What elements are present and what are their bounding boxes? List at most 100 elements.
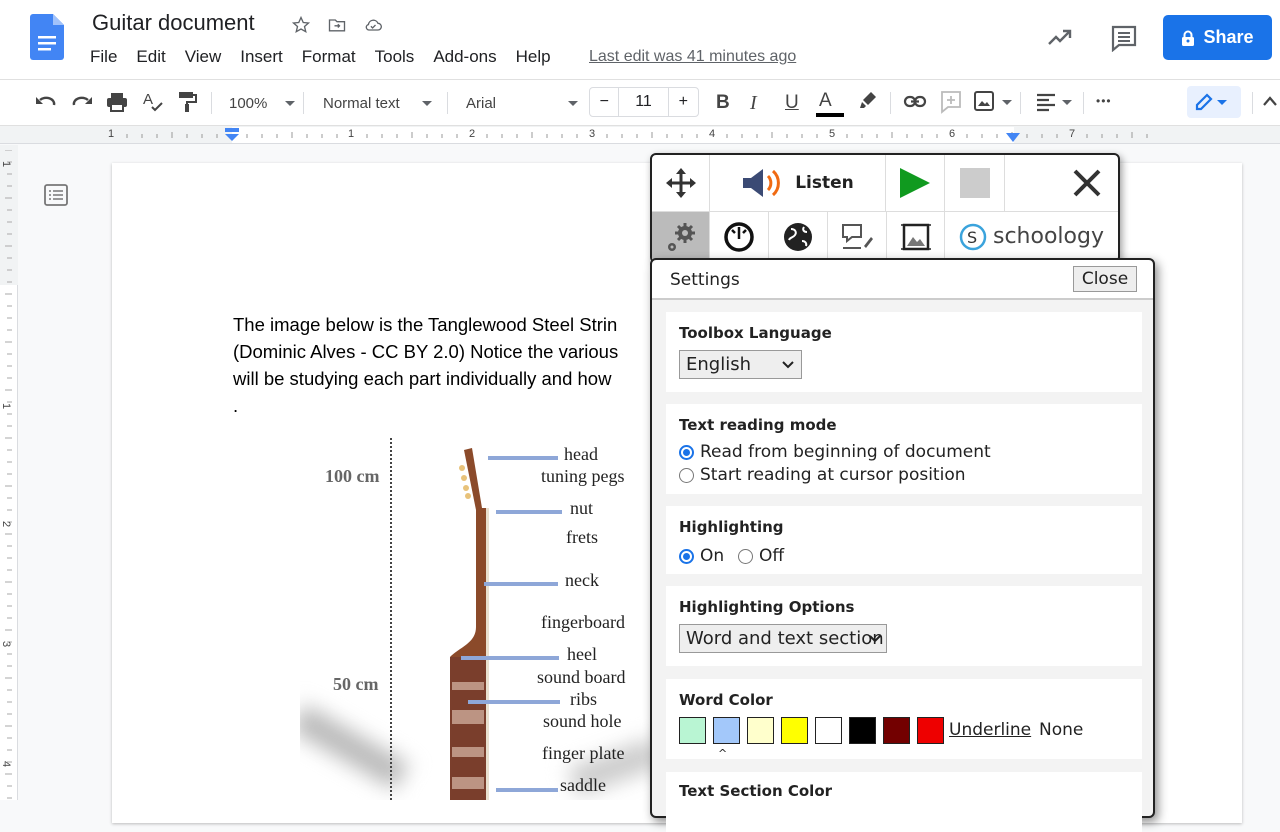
radio-highlighting-on[interactable]: On	[679, 546, 724, 566]
part-label: tuning pegs	[541, 466, 625, 486]
listen-button[interactable]: Listen	[710, 155, 886, 212]
google-docs-logo-icon[interactable]	[30, 14, 64, 60]
toolbox-language-select[interactable]: English	[679, 350, 802, 379]
last-edit-link[interactable]: Last edit was 41 minutes ago	[589, 48, 796, 66]
spellcheck-icon[interactable]: A	[141, 90, 165, 114]
guitar-diagram-image[interactable]: 100 cm 50 cm head tuning pegs nut frets …	[300, 432, 652, 800]
word-color-swatch[interactable]	[781, 717, 808, 744]
text-section-color-section: Text Section Color	[666, 772, 1142, 832]
word-color-swatch[interactable]	[679, 717, 706, 744]
radio-highlighting-off[interactable]: Off	[738, 546, 784, 566]
word-color-swatch[interactable]	[917, 717, 944, 744]
editing-mode-button[interactable]	[1187, 86, 1241, 118]
radio-read-from-beginning[interactable]: Read from beginning of document	[679, 442, 991, 462]
menu-file[interactable]: File	[90, 47, 117, 67]
share-button[interactable]: Share	[1163, 15, 1272, 60]
activity-trend-icon[interactable]	[1046, 24, 1074, 50]
document-outline-icon[interactable]	[44, 184, 68, 206]
increase-font-size-button[interactable]: +	[669, 88, 698, 116]
chevron-down-icon[interactable]	[1062, 100, 1072, 105]
word-color-swatch[interactable]	[747, 717, 774, 744]
close-toolbox-button[interactable]	[1005, 155, 1118, 212]
font-select[interactable]: Arial	[466, 80, 578, 126]
settings-gear-button[interactable]	[652, 212, 710, 262]
redo-icon[interactable]	[70, 91, 94, 113]
toolbar-divider	[211, 92, 212, 114]
chevron-down-icon	[782, 361, 794, 369]
decrease-font-size-button[interactable]: −	[590, 88, 620, 116]
text-reading-mode-section: Text reading mode Read from beginning of…	[666, 404, 1142, 494]
comment-history-icon[interactable]	[1110, 24, 1138, 52]
paint-format-icon[interactable]	[176, 90, 198, 114]
section-title: Highlighting	[679, 518, 784, 536]
radio-selected[interactable]	[679, 444, 694, 460]
pointer-arrow	[488, 456, 558, 460]
menu-bar: File Edit View Insert Format Tools Add-o…	[90, 47, 570, 67]
stop-button[interactable]	[945, 155, 1005, 212]
move-toolbox-handle[interactable]	[652, 155, 710, 212]
zoom-select[interactable]: 100%	[229, 80, 296, 126]
close-x-icon	[1073, 169, 1100, 197]
translate-button[interactable]	[769, 212, 828, 262]
menu-addons[interactable]: Add-ons	[433, 47, 496, 67]
undo-icon[interactable]	[34, 91, 58, 113]
insert-link-icon[interactable]	[903, 92, 927, 112]
hide-menus-chevron-up-icon[interactable]	[1262, 94, 1278, 108]
part-label: finger plate	[542, 743, 625, 763]
highlight-pen-icon[interactable]	[858, 90, 878, 112]
vertical-ruler-ticks	[5, 150, 12, 799]
radio-unselected[interactable]	[738, 548, 753, 564]
document-title[interactable]: Guitar document	[92, 10, 255, 36]
screenshot-reader-button[interactable]	[887, 212, 945, 262]
ruler-number: 7	[1069, 128, 1076, 140]
add-comment-icon[interactable]	[940, 90, 962, 114]
menu-insert[interactable]: Insert	[240, 47, 283, 67]
selected-swatch-caret-icon: ^	[718, 747, 728, 760]
left-indent-marker-icon[interactable]	[224, 128, 240, 142]
highlighting-options-select[interactable]: Word and text section	[679, 624, 887, 653]
star-icon[interactable]	[290, 14, 312, 36]
italic-button[interactable]: I	[750, 80, 757, 126]
chevron-down-icon	[421, 100, 432, 106]
align-left-icon[interactable]	[1036, 92, 1056, 112]
word-color-swatch[interactable]	[713, 717, 740, 744]
play-button[interactable]	[886, 155, 945, 212]
radio-unselected[interactable]	[679, 467, 694, 483]
insert-image-icon[interactable]	[973, 90, 995, 112]
toolbar-divider	[1020, 92, 1021, 114]
underline-option[interactable]: Underline	[949, 720, 1031, 740]
ruler-number: 4	[0, 760, 13, 768]
text-color-button[interactable]: A	[819, 78, 832, 124]
chevron-down-icon[interactable]	[1002, 100, 1012, 105]
word-color-swatch[interactable]	[849, 717, 876, 744]
menu-tools[interactable]: Tools	[375, 47, 415, 67]
menu-view[interactable]: View	[185, 47, 222, 67]
word-color-swatch[interactable]	[883, 717, 910, 744]
schoology-button[interactable]: S schoology	[945, 212, 1118, 262]
menu-help[interactable]: Help	[516, 47, 551, 67]
text-line: will be studying each part individually …	[233, 368, 612, 389]
paragraph-style-select[interactable]: Normal text	[323, 80, 432, 126]
radio-start-at-cursor[interactable]: Start reading at cursor position	[679, 465, 966, 485]
menu-format[interactable]: Format	[302, 47, 356, 67]
menu-edit[interactable]: Edit	[136, 47, 165, 67]
settings-close-button[interactable]: Close	[1073, 266, 1137, 292]
document-body-text[interactable]: The image below is the Tanglewood Steel …	[233, 311, 653, 419]
more-options-button[interactable]: •••	[1096, 78, 1112, 124]
font-size-input[interactable]: 11	[619, 88, 669, 116]
talk-and-type-button[interactable]	[828, 212, 887, 262]
cloud-saved-icon[interactable]	[362, 14, 384, 36]
pointer-arrow	[461, 656, 559, 660]
move-to-folder-icon[interactable]	[326, 14, 348, 36]
underline-button[interactable]: U	[785, 80, 799, 126]
bold-button[interactable]: B	[716, 80, 730, 126]
text-line: .	[233, 395, 239, 416]
settings-title: Settings	[670, 270, 740, 290]
speed-button[interactable]	[710, 212, 769, 262]
right-indent-marker-icon[interactable]	[1006, 133, 1020, 143]
print-icon[interactable]	[105, 91, 129, 113]
part-label: sound hole	[543, 711, 622, 731]
none-option[interactable]: None	[1039, 720, 1083, 740]
word-color-swatch[interactable]	[815, 717, 842, 744]
radio-selected[interactable]	[679, 548, 694, 564]
